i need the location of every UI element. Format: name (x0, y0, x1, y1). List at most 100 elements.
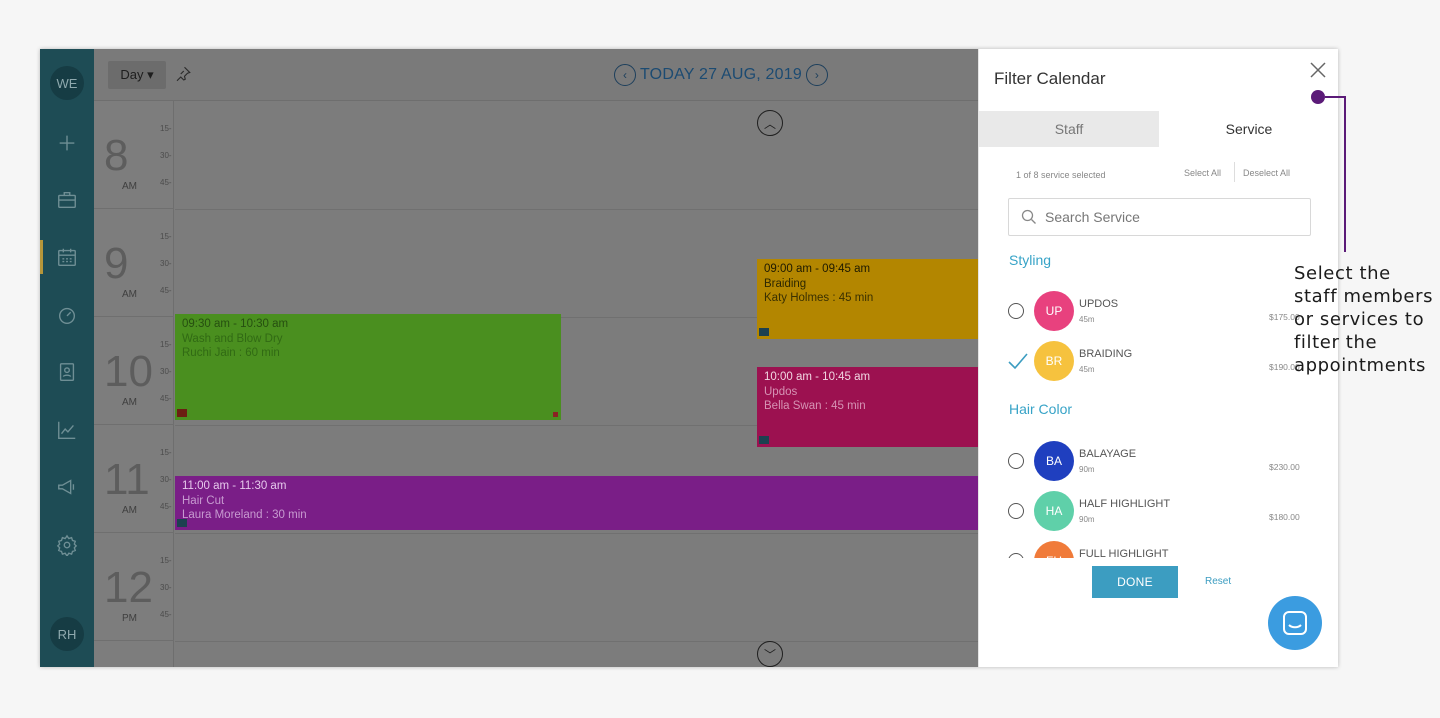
search-input[interactable] (1045, 209, 1285, 225)
list-item[interactable]: BR BRAIDING 45m $190.00 (979, 340, 1338, 390)
list-item[interactable]: HA HALF HIGHLIGHT 90m $180.00 (979, 490, 1338, 540)
hour-number: 8 (104, 131, 129, 180)
service-radio[interactable] (1008, 453, 1024, 469)
tab-staff[interactable]: Staff (979, 111, 1159, 147)
appointment-service: Wash and Blow Dry (182, 332, 283, 345)
service-list: UP UPDOS 45m $175.00 BR BRAIDING 45m $19… (979, 279, 1338, 558)
service-price: $180.00 (1269, 512, 1300, 522)
hour-number: 9 (104, 239, 129, 288)
user-avatar-bottom[interactable]: RH (50, 617, 84, 651)
chevron-right-icon: › (814, 68, 819, 82)
briefcase-icon[interactable] (55, 188, 79, 212)
service-initials: UP (1045, 304, 1063, 318)
search-box (1008, 198, 1311, 236)
quarter-mark: 30- (160, 151, 172, 160)
quarter-mark: 15- (160, 556, 172, 565)
appointment-card[interactable]: 11:00 am - 11:30 am Hair Cut Laura Morel… (175, 476, 978, 530)
calendar-grid[interactable]: ︿ ﹀ 09:00 am - 09:45 am Braiding Katy Ho… (175, 101, 987, 667)
appointment-client: Laura Moreland : 30 min (182, 509, 307, 521)
service-initials: FH (1046, 554, 1062, 558)
service-avatar: UP (1034, 291, 1074, 331)
service-duration: 45m (1079, 365, 1095, 374)
avatar-initials: RH (57, 626, 77, 642)
next-day-button[interactable]: › (805, 64, 828, 86)
category-hair-color: Hair Color (1009, 401, 1073, 417)
service-radio[interactable] (1008, 503, 1024, 519)
callout-line (1344, 96, 1346, 252)
quarter-mark: 15- (160, 448, 172, 457)
hours-column: 8 AM 15- 30- 45- 9 AM 15- 30- 45- 10 AM … (94, 101, 174, 667)
callout-text: Select the staff members or services to … (1294, 263, 1434, 376)
quarter-mark: 45- (160, 286, 172, 295)
category-styling: Styling (1009, 252, 1052, 268)
hour-ampm: AM (122, 505, 137, 516)
hour-number: 11 (104, 455, 150, 504)
appointment-client: Ruchi Jain : 60 min (182, 347, 280, 359)
hour-number: 10 (104, 347, 153, 396)
appointment-card[interactable]: 09:00 am - 09:45 am Braiding Katy Holmes… (757, 259, 987, 339)
list-item[interactable]: UP UPDOS 45m $175.00 (979, 290, 1338, 340)
search-icon (1021, 209, 1036, 224)
close-icon[interactable] (1309, 61, 1327, 79)
view-dropdown[interactable]: Day ▾ (108, 61, 166, 89)
appointment-card[interactable]: 09:30 am - 10:30 am Wash and Blow Dry Ru… (175, 314, 561, 420)
select-all-link[interactable]: Select All (1184, 168, 1221, 178)
quarter-mark: 45- (160, 610, 172, 619)
calendar-toolbar: Day ▾ ‹ TODAY 27 AUG, 2019 › (94, 49, 978, 101)
prev-day-button[interactable]: ‹ (614, 64, 636, 86)
divider (1234, 162, 1235, 182)
chat-icon (1283, 611, 1307, 635)
user-avatar-top[interactable]: WE (50, 66, 84, 100)
done-button[interactable]: DONE (1092, 566, 1178, 598)
avatar-initials: WE (56, 75, 78, 91)
view-dropdown-label: Day ▾ (120, 67, 154, 82)
dashboard-icon[interactable] (55, 303, 79, 327)
service-radio[interactable] (1008, 553, 1024, 558)
chevron-down-icon: ﹀ (763, 647, 776, 662)
service-radio[interactable] (1008, 303, 1024, 319)
panel-title: Filter Calendar (994, 69, 1106, 88)
pin-icon[interactable] (174, 65, 192, 83)
deselect-all-link[interactable]: Deselect All (1243, 168, 1290, 178)
chat-button[interactable] (1268, 596, 1322, 650)
quarter-mark: 30- (160, 583, 172, 592)
staff-icon (759, 436, 769, 444)
quarter-mark: 45- (160, 502, 172, 511)
grid-line (175, 641, 978, 642)
hour-row: 9 AM 15- 30- 45- (94, 209, 174, 317)
appointment-client: Katy Holmes : 45 min (764, 292, 874, 304)
gear-icon[interactable] (55, 533, 79, 557)
appointment-card[interactable]: 10:00 am - 10:45 am Updos Bella Swan : 4… (757, 367, 987, 447)
callout-dot (1311, 90, 1325, 104)
contacts-icon[interactable] (55, 360, 79, 384)
sidebar: WE RH (40, 49, 94, 667)
date-navigator: ‹ TODAY 27 AUG, 2019 › (614, 63, 828, 87)
list-item[interactable]: FH FULL HIGHLIGHT (979, 540, 1338, 558)
reset-link[interactable]: Reset (1205, 576, 1231, 587)
chevron-up-icon: ︿ (763, 116, 776, 131)
hour-row: 12 PM 15- 30- 45- (94, 533, 174, 641)
service-name: UPDOS (1079, 298, 1119, 310)
plus-icon[interactable] (55, 131, 79, 155)
appointment-time: 11:00 am - 11:30 am (182, 480, 287, 492)
tab-service[interactable]: Service (1159, 111, 1338, 147)
hour-ampm: AM (122, 397, 137, 408)
calendar-icon[interactable] (55, 245, 79, 269)
service-initials: BR (1045, 354, 1063, 368)
chart-icon[interactable] (55, 418, 79, 442)
grid-line (175, 209, 978, 210)
megaphone-icon[interactable] (55, 475, 79, 499)
checkmark-icon[interactable] (1007, 351, 1029, 371)
scroll-down-button[interactable]: ﹀ (757, 641, 783, 667)
hour-row: 11 AM 15- 30- 45- (94, 425, 174, 533)
scroll-up-button[interactable]: ︿ (757, 110, 783, 136)
staff-icon (177, 519, 187, 527)
list-item[interactable]: BA BALAYAGE 90m $230.00 (979, 440, 1338, 490)
staff-icon (177, 409, 187, 417)
quarter-mark: 45- (160, 394, 172, 403)
hour-ampm: PM (122, 613, 137, 624)
service-name: FULL HIGHLIGHT (1079, 548, 1169, 558)
quarter-mark: 15- (160, 124, 172, 133)
service-name: BALAYAGE (1079, 448, 1137, 460)
active-indicator (40, 240, 43, 274)
